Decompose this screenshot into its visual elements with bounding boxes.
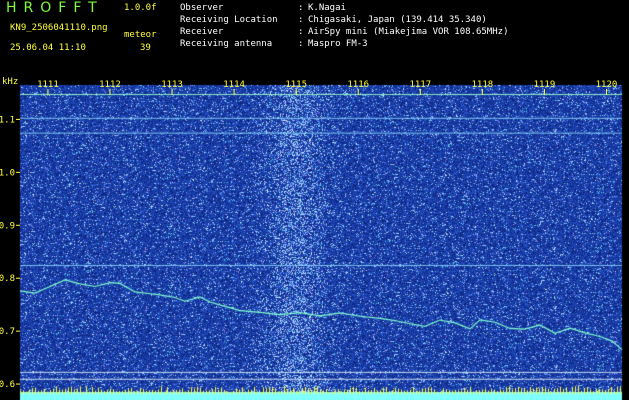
x-axis-ticks: 1111 1112 1113 1114 1115 1116 1117 1118 1119 1120 — [37, 80, 617, 95]
y-unit-label: kHz — [2, 77, 18, 87]
date-time: 25.06.04 11:10 — [10, 43, 86, 53]
y-tick-label: 1.1 — [0, 115, 15, 125]
header-panel: HROFFT 1.0.0f KN9_2506041110.png meteor … — [0, 0, 629, 75]
receiver-label: Receiver — [180, 27, 224, 37]
app-version: 1.0.0f — [124, 3, 157, 13]
y-tick-label: 0.7 — [0, 327, 15, 337]
location-value: Chigasaki, Japan (139.414 35.340) — [308, 15, 487, 25]
antenna-value: Maspro FM-3 — [308, 39, 368, 49]
location-label: Receiving Location — [180, 15, 278, 25]
x-tick-label: 1112 — [99, 80, 121, 90]
y-tick-label: 0.6 — [0, 380, 15, 390]
x-tick-label: 1111 — [37, 80, 59, 90]
spectrogram-overlay: 1111 1112 1113 1114 1115 1116 1117 1118 1119 1120… — [0, 77, 617, 390]
x-tick-label: 1115 — [285, 80, 307, 90]
location-colon: : — [298, 15, 304, 25]
x-tick-label: 1114 — [223, 80, 245, 90]
meteor-label: meteor — [124, 30, 157, 40]
antenna-label: Receiving antenna — [180, 39, 273, 49]
meteor-count: 39 — [140, 43, 151, 53]
y-tick-label: 1.0 — [0, 168, 15, 178]
x-tick-label: 1113 — [161, 80, 183, 90]
receiver-value: AirSpy mini (Miakejima VOR 108.65MHz) — [308, 27, 509, 37]
app-title: HROFFT — [6, 0, 104, 16]
y-tick-label: 0.9 — [0, 221, 15, 231]
y-axis-ticks: 1.1 1.0 0.9 0.8 0.7 0.6 — [0, 115, 20, 390]
x-tick-label: 1118 — [472, 80, 494, 90]
x-tick-label: 1120 — [596, 80, 618, 90]
observer-colon: : — [298, 3, 304, 13]
antenna-colon: : — [298, 39, 304, 49]
y-tick-label: 0.8 — [0, 274, 15, 284]
file-name: KN9_2506041110.png — [10, 23, 108, 33]
x-tick-label: 1116 — [347, 80, 369, 90]
receiver-colon: : — [298, 27, 304, 37]
x-tick-label: 1117 — [409, 80, 431, 90]
spectrogram-panel: 1111 1112 1113 1114 1115 1116 1117 1118 1119 1120… — [0, 75, 629, 400]
observer-value: K.Nagai — [308, 3, 346, 13]
x-tick-label: 1119 — [534, 80, 556, 90]
observer-label: Observer — [180, 3, 224, 13]
